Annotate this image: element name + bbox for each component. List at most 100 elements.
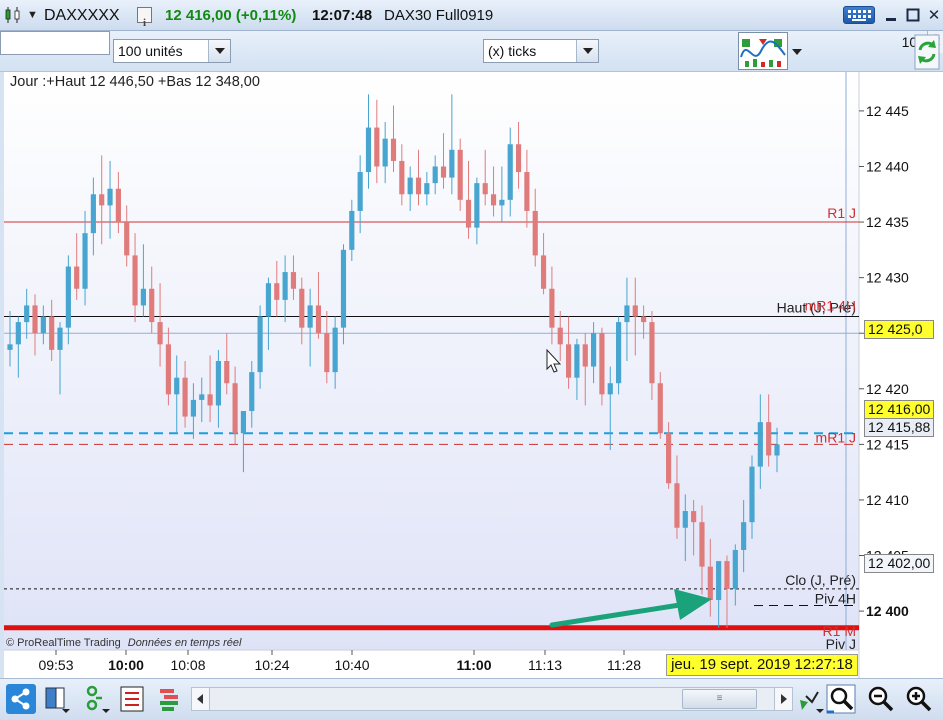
candle-body (49, 316, 55, 350)
info-icon[interactable]: i (137, 7, 152, 29)
candle-body (32, 305, 38, 334)
realtime-note: Données en temps réel (127, 637, 242, 649)
candle-body (724, 561, 730, 589)
quantity-stepper[interactable]: 100 (0, 31, 943, 55)
level-label-clo: Clo (J, Pré) (785, 572, 856, 588)
chart-area[interactable]: 12 44512 44012 43512 43012 42512 42012 4… (4, 72, 943, 678)
candle-body (99, 194, 105, 206)
candle-body (132, 255, 138, 306)
candle-body (140, 288, 146, 306)
scroll-thumb[interactable]: ≡ (682, 689, 757, 709)
candle-body (424, 183, 430, 195)
candle-body (599, 333, 605, 395)
x-tick-label: 09:53 (38, 657, 73, 673)
list-icon[interactable] (118, 684, 148, 714)
candle-body (390, 138, 397, 161)
layout-icon[interactable] (42, 684, 72, 714)
y-tick-label: 12 435 (866, 214, 909, 230)
candle-body (474, 183, 480, 228)
candle-body (382, 138, 388, 167)
zoom-out-icon[interactable] (866, 684, 896, 714)
zoom-area-icon[interactable] (826, 684, 856, 714)
scroll-right-button[interactable] (774, 688, 792, 710)
horizontal-scrollbar[interactable]: ≡ (191, 687, 793, 711)
candle-body (265, 283, 272, 317)
level-label-mr1_4h: mR1 4H (805, 298, 856, 314)
zoom-in-icon[interactable] (904, 684, 934, 714)
quote-time: 12:07:48 (312, 7, 373, 24)
candle-body (749, 466, 755, 523)
share-icon[interactable] (6, 684, 36, 714)
candle-body (224, 361, 230, 384)
copyright-brand: © ProRealTime Trading (6, 637, 121, 649)
candle-body (607, 383, 613, 395)
candle-body (74, 266, 80, 289)
candle-body (207, 394, 213, 406)
draw-tool-icon[interactable] (796, 684, 826, 714)
x-tick-label: 11:28 (607, 657, 641, 673)
candle-body (15, 322, 21, 345)
y-tick-label: 12 440 (866, 158, 909, 174)
candle-body (707, 566, 713, 600)
x-tick-label: 10:00 (108, 657, 144, 673)
indicators-icon[interactable] (738, 32, 788, 70)
candle-body (124, 222, 130, 256)
candle-body (682, 511, 688, 528)
candle-body (407, 177, 413, 195)
indicators-dropdown-arrow[interactable] (790, 41, 804, 61)
chevron-down-icon[interactable] (208, 40, 230, 62)
candle-body (340, 249, 347, 328)
candle-body (174, 377, 180, 395)
candle-body (591, 333, 597, 367)
scroll-left-button[interactable] (192, 688, 210, 710)
units-select[interactable]: 100 unités (113, 39, 231, 63)
day-high-low-caption: Jour :+Haut 12 446,50 +Bas 12 348,00 (10, 74, 260, 90)
candle-body (582, 344, 588, 367)
order-toolbar: 100 unités 100 (x) ticks (0, 31, 943, 72)
candle-body (574, 344, 580, 378)
candle-body (274, 283, 280, 300)
candle-body (515, 144, 522, 173)
candle-body (40, 316, 46, 334)
instrument-menu-arrow[interactable]: ▼ (27, 0, 38, 31)
candle-body (115, 188, 121, 223)
x-tick-label: 11:00 (456, 657, 491, 673)
x-tick-label: 11:13 (528, 657, 562, 673)
sync-icon[interactable] (914, 34, 940, 70)
candle-body (249, 372, 255, 412)
candle-body (357, 172, 363, 211)
maximize-icon[interactable] (904, 6, 922, 24)
candle-body (157, 322, 163, 345)
tree-icon[interactable] (82, 684, 112, 714)
candle-body (774, 444, 780, 456)
chevron-down-icon[interactable] (576, 40, 598, 62)
price-chart[interactable]: 12 44512 44012 43512 43012 42512 42012 4… (4, 72, 943, 678)
level-label-piv_j: Piv J (826, 636, 856, 652)
candle-body (766, 422, 772, 456)
last-quote: 12 416,00 (+0,11%) (165, 7, 297, 24)
close-icon[interactable]: ✕ (925, 6, 943, 24)
candle-body (349, 210, 355, 250)
minimize-icon[interactable] (882, 6, 900, 24)
candle-body (365, 127, 372, 173)
candle-body (499, 199, 505, 206)
last-price-tag: 12 416,00 (864, 400, 934, 419)
candle-body (315, 305, 322, 334)
y-tick-label: 12 420 (866, 381, 909, 397)
keyboard-icon[interactable] (843, 6, 875, 24)
candle-body (657, 383, 663, 434)
contract-label: DAX30 Full0919 (384, 7, 494, 24)
mr1-price-tag: 12 415,88 (864, 418, 934, 437)
instrument-name[interactable]: DAXXXXX (44, 0, 120, 31)
y-tick-label: 12 410 (866, 492, 909, 508)
candle-body (449, 149, 455, 178)
ticks-select[interactable]: (x) ticks (483, 39, 599, 63)
candle-body (666, 433, 672, 484)
order-book-icon[interactable] (156, 684, 186, 714)
candle-body (482, 183, 488, 195)
y-tick-label: 12 400 (866, 603, 909, 619)
candle-body (732, 549, 738, 589)
candle-body (457, 149, 463, 200)
candlestick-app-icon[interactable] (4, 6, 22, 24)
candle-body (699, 522, 705, 567)
